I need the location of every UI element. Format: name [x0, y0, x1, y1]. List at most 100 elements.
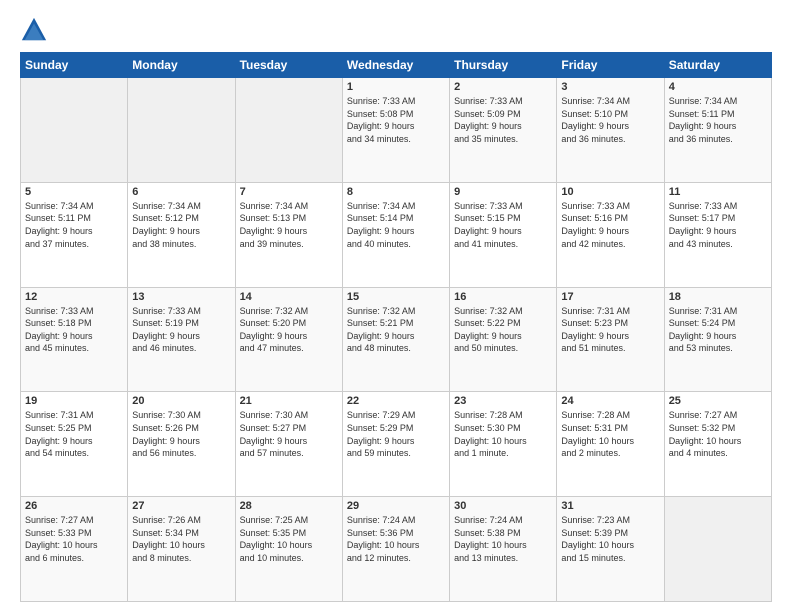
day-cell: 20 Sunrise: 7:30 AM Sunset: 5:26 PM Dayli…: [128, 392, 235, 497]
day-info: Sunrise: 7:33 AM Sunset: 5:15 PM Dayligh…: [454, 200, 552, 250]
day-number: 2: [454, 81, 552, 93]
day-info: Sunrise: 7:27 AM Sunset: 5:32 PM Dayligh…: [669, 409, 767, 459]
day-cell: 8Sunrise: 7:34 AM Sunset: 5:14 PM Daylig…: [342, 182, 449, 287]
calendar-table: SundayMondayTuesdayWednesdayThursdayFrid…: [20, 52, 772, 602]
day-number: 15: [347, 291, 445, 303]
day-info: Sunrise: 7:25 AM Sunset: 5:35 PM Dayligh…: [240, 514, 338, 564]
day-number: 7: [240, 186, 338, 198]
day-info: Sunrise: 7:27 AM Sunset: 5:33 PM Dayligh…: [25, 514, 123, 564]
day-cell: 10Sunrise: 7:33 AM Sunset: 5:16 PM Dayli…: [557, 182, 664, 287]
day-header-friday: Friday: [557, 53, 664, 78]
day-cell: 14 Sunrise: 7:32 AM Sunset: 5:20 PM Dayli…: [235, 287, 342, 392]
day-info: Sunrise: 7:34 AM Sunset: 5:12 PM Dayligh…: [132, 200, 230, 250]
day-info: Sunrise: 7:33 AM Sunset: 5:19 PM Dayligh…: [132, 305, 230, 355]
day-info: Sunrise: 7:33 AM Sunset: 5:17 PM Dayligh…: [669, 200, 767, 250]
day-cell: 19Sunrise: 7:31 AM Sunset: 5:25 PM Dayli…: [21, 392, 128, 497]
day-number: 27: [132, 500, 230, 512]
day-info: Sunrise: 7:31 AM Sunset: 5:23 PM Dayligh…: [561, 305, 659, 355]
day-cell: 25 Sunrise: 7:27 AM Sunset: 5:32 PM Dayli…: [664, 392, 771, 497]
day-cell: 22 Sunrise: 7:29 AM Sunset: 5:29 PM Dayli…: [342, 392, 449, 497]
day-header-saturday: Saturday: [664, 53, 771, 78]
day-cell: 4 Sunrise: 7:34 AM Sunset: 5:11 PM Daylig…: [664, 78, 771, 183]
day-cell: [21, 78, 128, 183]
week-row-4: 19Sunrise: 7:31 AM Sunset: 5:25 PM Dayli…: [21, 392, 772, 497]
day-number: 30: [454, 500, 552, 512]
day-number: 14: [240, 291, 338, 303]
day-info: Sunrise: 7:28 AM Sunset: 5:31 PM Dayligh…: [561, 409, 659, 459]
day-info: Sunrise: 7:33 AM Sunset: 5:09 PM Dayligh…: [454, 95, 552, 145]
day-info: Sunrise: 7:23 AM Sunset: 5:39 PM Dayligh…: [561, 514, 659, 564]
day-info: Sunrise: 7:34 AM Sunset: 5:10 PM Dayligh…: [561, 95, 659, 145]
week-row-1: 1Sunrise: 7:33 AM Sunset: 5:08 PM Daylig…: [21, 78, 772, 183]
day-number: 26: [25, 500, 123, 512]
day-header-thursday: Thursday: [450, 53, 557, 78]
day-info: Sunrise: 7:31 AM Sunset: 5:24 PM Dayligh…: [669, 305, 767, 355]
day-number: 25: [669, 395, 767, 407]
day-info: Sunrise: 7:28 AM Sunset: 5:30 PM Dayligh…: [454, 409, 552, 459]
day-cell: 9 Sunrise: 7:33 AM Sunset: 5:15 PM Daylig…: [450, 182, 557, 287]
day-info: Sunrise: 7:30 AM Sunset: 5:27 PM Dayligh…: [240, 409, 338, 459]
day-header-wednesday: Wednesday: [342, 53, 449, 78]
week-row-5: 26 Sunrise: 7:27 AM Sunset: 5:33 PM Dayli…: [21, 497, 772, 602]
day-info: Sunrise: 7:32 AM Sunset: 5:21 PM Dayligh…: [347, 305, 445, 355]
day-number: 31: [561, 500, 659, 512]
day-cell: 5Sunrise: 7:34 AM Sunset: 5:11 PM Daylig…: [21, 182, 128, 287]
day-cell: 21 Sunrise: 7:30 AM Sunset: 5:27 PM Dayli…: [235, 392, 342, 497]
day-info: Sunrise: 7:34 AM Sunset: 5:13 PM Dayligh…: [240, 200, 338, 250]
day-cell: 17Sunrise: 7:31 AM Sunset: 5:23 PM Dayli…: [557, 287, 664, 392]
header-row: SundayMondayTuesdayWednesdayThursdayFrid…: [21, 53, 772, 78]
week-row-3: 12 Sunrise: 7:33 AM Sunset: 5:18 PM Dayli…: [21, 287, 772, 392]
day-cell: 7 Sunrise: 7:34 AM Sunset: 5:13 PM Daylig…: [235, 182, 342, 287]
day-info: Sunrise: 7:33 AM Sunset: 5:18 PM Dayligh…: [25, 305, 123, 355]
day-cell: 26 Sunrise: 7:27 AM Sunset: 5:33 PM Dayli…: [21, 497, 128, 602]
day-number: 9: [454, 186, 552, 198]
day-number: 10: [561, 186, 659, 198]
day-number: 21: [240, 395, 338, 407]
day-info: Sunrise: 7:24 AM Sunset: 5:38 PM Dayligh…: [454, 514, 552, 564]
day-number: 24: [561, 395, 659, 407]
day-number: 5: [25, 186, 123, 198]
day-info: Sunrise: 7:30 AM Sunset: 5:26 PM Dayligh…: [132, 409, 230, 459]
day-header-monday: Monday: [128, 53, 235, 78]
week-row-2: 5Sunrise: 7:34 AM Sunset: 5:11 PM Daylig…: [21, 182, 772, 287]
day-cell: 31 Sunrise: 7:23 AM Sunset: 5:39 PM Dayli…: [557, 497, 664, 602]
day-cell: 11 Sunrise: 7:33 AM Sunset: 5:17 PM Dayli…: [664, 182, 771, 287]
day-info: Sunrise: 7:31 AM Sunset: 5:25 PM Dayligh…: [25, 409, 123, 459]
day-number: 4: [669, 81, 767, 93]
logo: [20, 16, 52, 44]
logo-icon: [20, 16, 48, 44]
day-cell: 6 Sunrise: 7:34 AM Sunset: 5:12 PM Daylig…: [128, 182, 235, 287]
day-cell: 28Sunrise: 7:25 AM Sunset: 5:35 PM Dayli…: [235, 497, 342, 602]
day-number: 6: [132, 186, 230, 198]
day-number: 12: [25, 291, 123, 303]
day-cell: 15 Sunrise: 7:32 AM Sunset: 5:21 PM Dayli…: [342, 287, 449, 392]
day-cell: 13Sunrise: 7:33 AM Sunset: 5:19 PM Dayli…: [128, 287, 235, 392]
day-number: 3: [561, 81, 659, 93]
day-cell: [128, 78, 235, 183]
day-info: Sunrise: 7:34 AM Sunset: 5:14 PM Dayligh…: [347, 200, 445, 250]
day-number: 22: [347, 395, 445, 407]
day-cell: 23 Sunrise: 7:28 AM Sunset: 5:30 PM Dayli…: [450, 392, 557, 497]
page: SundayMondayTuesdayWednesdayThursdayFrid…: [0, 0, 792, 612]
day-cell: 2 Sunrise: 7:33 AM Sunset: 5:09 PM Daylig…: [450, 78, 557, 183]
day-cell: 16 Sunrise: 7:32 AM Sunset: 5:22 PM Dayli…: [450, 287, 557, 392]
day-cell: 18Sunrise: 7:31 AM Sunset: 5:24 PM Dayli…: [664, 287, 771, 392]
day-cell: [664, 497, 771, 602]
day-cell: 1Sunrise: 7:33 AM Sunset: 5:08 PM Daylig…: [342, 78, 449, 183]
day-info: Sunrise: 7:24 AM Sunset: 5:36 PM Dayligh…: [347, 514, 445, 564]
day-info: Sunrise: 7:33 AM Sunset: 5:08 PM Dayligh…: [347, 95, 445, 145]
day-cell: 30 Sunrise: 7:24 AM Sunset: 5:38 PM Dayli…: [450, 497, 557, 602]
day-info: Sunrise: 7:32 AM Sunset: 5:22 PM Dayligh…: [454, 305, 552, 355]
day-info: Sunrise: 7:29 AM Sunset: 5:29 PM Dayligh…: [347, 409, 445, 459]
day-number: 23: [454, 395, 552, 407]
day-header-tuesday: Tuesday: [235, 53, 342, 78]
day-number: 16: [454, 291, 552, 303]
day-cell: 3 Sunrise: 7:34 AM Sunset: 5:10 PM Daylig…: [557, 78, 664, 183]
day-cell: [235, 78, 342, 183]
day-header-sunday: Sunday: [21, 53, 128, 78]
day-info: Sunrise: 7:32 AM Sunset: 5:20 PM Dayligh…: [240, 305, 338, 355]
day-cell: 12 Sunrise: 7:33 AM Sunset: 5:18 PM Dayli…: [21, 287, 128, 392]
day-info: Sunrise: 7:34 AM Sunset: 5:11 PM Dayligh…: [669, 95, 767, 145]
day-number: 11: [669, 186, 767, 198]
day-number: 20: [132, 395, 230, 407]
